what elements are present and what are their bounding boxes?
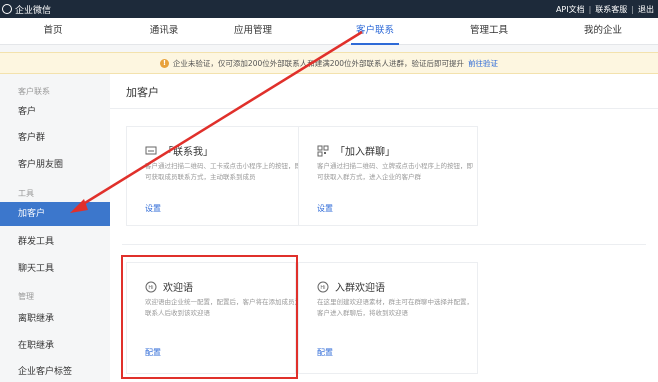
sidebar-item-customer-tags[interactable]: 企业客户标签 xyxy=(0,360,110,382)
contact-support-link[interactable]: 联系客服 xyxy=(595,4,627,15)
group-welcome-card: Hi 入群欢迎语 在这里创建欢迎语素材，群主可在群聊中选择并配置，客户进入群聊后… xyxy=(298,262,478,374)
card-head: Hi 欢迎语 xyxy=(145,279,193,294)
card-title: 入群欢迎语 xyxy=(335,283,385,294)
logout-link[interactable]: 退出 xyxy=(638,4,654,15)
top-links: API文档 | 联系客服 | 退出 xyxy=(556,0,654,18)
qrcode-icon xyxy=(317,145,329,156)
card-title: 欢迎语 xyxy=(163,283,193,294)
sidebar-item-broadcast[interactable]: 群发工具 xyxy=(0,230,110,254)
main-nav: 首页 通讯录 应用管理 客户联系 管理工具 我的企业 xyxy=(0,18,658,45)
link-separator: | xyxy=(631,4,634,14)
sidebar-item-onjob-handover[interactable]: 在职继承 xyxy=(0,334,110,358)
top-bar: 企业微信 API文档 | 联系客服 | 退出 xyxy=(0,0,658,18)
verification-notice: ! 企业未验证，仅可添加200位外部联系人和建满200位外部联系人进群，验证后即… xyxy=(0,52,658,74)
sidebar-group-tools: 工具 xyxy=(18,189,34,198)
sidebar-item-moments[interactable]: 客户朋友圈 xyxy=(0,153,110,177)
hi-icon: Hi xyxy=(145,281,157,292)
logo-text: 企业微信 xyxy=(15,5,52,16)
sidebar: 客户联系 客户 客户群 客户朋友圈 工具 加客户 群发工具 聊天工具 管理 离职… xyxy=(0,74,110,382)
title-divider xyxy=(110,108,658,109)
tab-home[interactable]: 首页 xyxy=(13,18,93,45)
contact-me-settings-link[interactable]: 设置 xyxy=(145,203,161,214)
contact-me-card: 「联系我」 客户通过扫描二维码、工卡或点击小程序上的按钮，即可获取成员联系方式，… xyxy=(126,126,306,226)
svg-text:Hi: Hi xyxy=(148,285,153,291)
tab-management-tools[interactable]: 管理工具 xyxy=(449,18,529,45)
tab-customer-contact[interactable]: 客户联系 xyxy=(335,18,415,45)
card-head: Hi 入群欢迎语 xyxy=(317,279,385,294)
card-head: 「联系我」 xyxy=(145,143,213,158)
sidebar-group-manage: 管理 xyxy=(18,292,34,301)
sidebar-group-customer: 客户联系 xyxy=(18,87,50,96)
tab-app-management[interactable]: 应用管理 xyxy=(213,18,293,45)
card-description: 欢迎语由企业统一配置，配置后，客户将在添加成员为联系人后收到该欢迎语 xyxy=(145,298,301,317)
link-separator: | xyxy=(588,4,592,14)
svg-text:Hi: Hi xyxy=(320,285,325,291)
group-welcome-configure-link[interactable]: 配置 xyxy=(317,347,333,358)
join-group-card: 「加入群聊」 客户通过扫描二维码、立牌或点击小程序上的按钮，即可获取入群方式，进… xyxy=(298,126,478,226)
section-divider xyxy=(122,244,646,245)
api-docs-link[interactable]: API文档 xyxy=(556,4,585,15)
hi-group-icon: Hi xyxy=(317,281,329,292)
sidebar-item-chat-tools[interactable]: 聊天工具 xyxy=(0,257,110,281)
card-head: 「加入群聊」 xyxy=(317,143,395,158)
card-title: 「联系我」 xyxy=(163,147,213,158)
logo[interactable]: 企业微信 xyxy=(0,0,51,18)
sidebar-item-add-customer[interactable]: 加客户 xyxy=(0,202,110,226)
logo-icon xyxy=(2,4,12,14)
tab-my-company[interactable]: 我的企业 xyxy=(563,18,643,45)
welcome-configure-link[interactable]: 配置 xyxy=(145,347,161,358)
warning-icon: ! xyxy=(159,58,169,68)
sidebar-item-resigned-handover[interactable]: 离职继承 xyxy=(0,307,110,331)
card-title: 「加入群聊」 xyxy=(335,147,395,158)
verify-link[interactable]: 前往验证 xyxy=(468,58,498,69)
chat-icon xyxy=(145,146,157,154)
tab-contacts[interactable]: 通讯录 xyxy=(124,18,204,45)
page-title: 加客户 xyxy=(126,86,159,99)
card-description: 在这里创建欢迎语素材，群主可在群聊中选择并配置，客户进入群聊后，将收到欢迎语 xyxy=(317,298,473,317)
sidebar-item-customer-groups[interactable]: 客户群 xyxy=(0,126,110,150)
app-window: { "topbar": { "logo_text": "企业微信", "link… xyxy=(0,0,658,382)
card-description: 客户通过扫描二维码、立牌或点击小程序上的按钮，即可获取入群方式，进入企业的客户群 xyxy=(317,162,473,181)
notice-text: 企业未验证，仅可添加200位外部联系人和建满200位外部联系人进群，验证后即可提… xyxy=(172,58,465,68)
welcome-message-card: Hi 欢迎语 欢迎语由企业统一配置，配置后，客户将在添加成员为联系人后收到该欢迎… xyxy=(126,262,301,374)
sidebar-item-customers[interactable]: 客户 xyxy=(0,100,110,124)
join-group-settings-link[interactable]: 设置 xyxy=(317,203,333,214)
card-description: 客户通过扫描二维码、工卡或点击小程序上的按钮，即可获取成员联系方式，主动联系到成… xyxy=(145,162,301,181)
main-content: 加客户 「联系我」 客户通过扫描二维码、工卡或点击小程序上的按钮，即可获取成员联… xyxy=(110,74,658,382)
